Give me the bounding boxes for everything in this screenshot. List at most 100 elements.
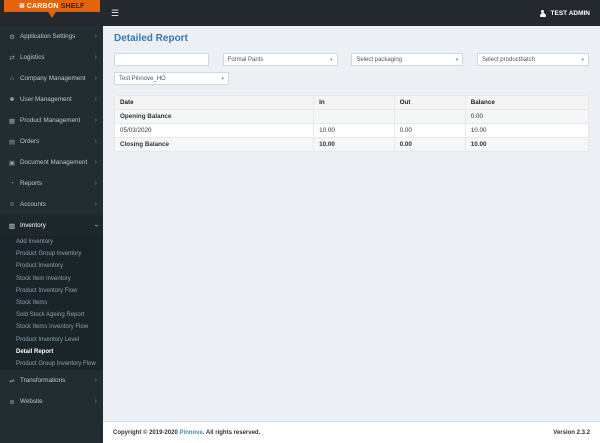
sidebar-item-label: Logistics — [20, 54, 45, 61]
submenu-item-product-inventory-level[interactable]: Product Inventory Level — [0, 334, 103, 346]
product-filter-select[interactable]: Formal Pants ▾ — [222, 53, 338, 66]
copyright-prefix: Copyright © 2019-2020 — [113, 429, 180, 436]
productbatch-filter-select[interactable]: Select productbatch ▾ — [476, 53, 589, 66]
cell-date: 05/03/2020 — [113, 123, 315, 138]
users-icon: ☻ — [8, 96, 16, 103]
cell-out: 0.00 — [393, 137, 466, 152]
sidebar-item-application-settings[interactable]: ⚙ Application Settings › — [0, 26, 103, 47]
user-icon — [539, 9, 547, 17]
col-header-in: In — [313, 95, 395, 110]
submenu-item-product-group-inventory[interactable]: Product Group Inventory — [0, 248, 103, 260]
cell-balance: 10.00 — [464, 123, 590, 138]
packaging-filter-value: Select packaging — [356, 56, 403, 63]
version-text: Version 2.3.2 — [553, 430, 590, 436]
chevron-down-icon: › — [92, 224, 100, 227]
page-footer: Copyright © 2019-2020 Pinnove. All right… — [103, 421, 600, 443]
caret-down-icon: ▾ — [581, 56, 584, 63]
cell-date: Closing Balance — [113, 137, 315, 152]
date-filter-input[interactable] — [114, 53, 209, 66]
chevron-right-icon: › — [94, 159, 97, 166]
sidebar-item-product-management[interactable]: ▦ Product Management › — [0, 110, 103, 131]
chevron-right-icon: › — [94, 377, 97, 385]
report-table: Date In Out Balance Opening Balance 0.00… — [113, 95, 590, 152]
chevron-right-icon: › — [94, 180, 97, 187]
sidebar-item-transformations[interactable]: ⇌ Transformations › — [0, 370, 103, 391]
sidebar-item-orders[interactable]: ▤ Orders › — [0, 131, 103, 152]
submenu-item-stock-items-inventory-flow[interactable]: Stock Items Inventory Flow — [0, 321, 103, 333]
chevron-right-icon: › — [94, 398, 97, 406]
chevron-right-icon: › — [94, 138, 97, 145]
chevron-right-icon: › — [94, 201, 97, 208]
copyright-suffix: . All rights reserved. — [202, 429, 261, 436]
cell-balance: 10.00 — [464, 137, 590, 152]
submenu-item-stock-item-inventory[interactable]: Stock Item Inventory — [0, 273, 103, 285]
sidebar-item-inventory[interactable]: ▥ Inventory › — [0, 215, 103, 236]
sidebar-item-label: User Management — [20, 96, 72, 103]
cell-in: 10.00 — [313, 123, 395, 138]
filter-row-2: Test Pinnove_HO ▾ — [114, 72, 589, 85]
caret-down-icon: ▾ — [455, 56, 459, 63]
chevron-right-icon: › — [94, 75, 97, 82]
sidebar-item-label: Transformations — [20, 377, 66, 385]
sidebar-item-label: Document Management — [20, 159, 88, 166]
pie-chart-icon: ◔ — [10, 180, 14, 187]
sidebar-item-reports[interactable]: ◔ Reports › — [0, 173, 103, 194]
copyright-text: Copyright © 2019-2020 Pinnove. All right… — [113, 430, 260, 436]
col-header-balance: Balance — [464, 95, 590, 110]
exchange-icon: ⇌ — [9, 377, 15, 385]
product-filter-value: Formal Pants — [227, 56, 264, 63]
report-table-wrap: Date In Out Balance Opening Balance 0.00… — [113, 95, 590, 152]
sidebar-item-user-management[interactable]: ☻ User Management › — [0, 89, 103, 110]
boxes-icon: ▥ — [8, 222, 16, 230]
sidebar-item-label: Orders — [20, 138, 40, 145]
caret-down-icon: ▾ — [221, 75, 224, 82]
branch-filter-value: Test Pinnove_HO — [119, 75, 166, 82]
cell-balance: 0.00 — [464, 109, 590, 124]
sidebar-item-document-management[interactable]: ▣ Document Management › — [0, 152, 103, 173]
chevron-right-icon: › — [94, 117, 97, 124]
brand-name-shelf: SHELF — [60, 2, 85, 10]
sidebar-item-company-management[interactable]: ⌂ Company Management › — [0, 68, 103, 89]
inventory-submenu: Add Inventory Product Group Inventory Pr… — [0, 236, 103, 371]
packaging-filter-select[interactable]: Select packaging ▾ — [351, 53, 464, 66]
submenu-item-detail-report[interactable]: Detail Report — [0, 346, 103, 358]
cell-in — [313, 109, 395, 124]
table-row: 05/03/2020 10.00 0.00 10.00 — [113, 123, 590, 138]
sidebar-nav: ⚙ Application Settings › ⇄ Logistics › ⌂… — [0, 26, 103, 443]
submenu-item-stock-items[interactable]: Stock Items — [0, 297, 103, 309]
cell-out: 0.00 — [393, 123, 466, 138]
chevron-right-icon: › — [94, 96, 97, 103]
table-header-row: Date In Out Balance — [113, 95, 590, 110]
hamburger-menu-icon[interactable]: ☰ — [111, 8, 119, 18]
sidebar-item-label: Application Settings — [20, 33, 76, 40]
branch-filter-select[interactable]: Test Pinnove_HO ▾ — [114, 72, 229, 85]
caret-down-icon: ▾ — [330, 56, 333, 63]
sidebar-item-label: Website — [20, 398, 43, 406]
version-label: Version — [553, 429, 575, 436]
sidebar-item-website[interactable]: ⊕ Website › — [0, 391, 103, 412]
submenu-item-add-inventory[interactable]: Add Inventory — [0, 236, 103, 248]
submenu-item-sold-stock-ageing-report[interactable]: Sold Stock Ageing Report — [0, 309, 103, 321]
sidebar-item-label: Inventory — [20, 222, 46, 229]
sidebar-item-logistics[interactable]: ⇄ Logistics › — [0, 47, 103, 68]
submenu-item-product-group-inventory-flow[interactable]: Product Group Inventory Flow — [0, 358, 103, 370]
col-header-date: Date — [113, 95, 315, 110]
gear-icon: ⚙ — [9, 33, 15, 41]
main-content: Detailed Report Formal Pants ▾ Select pa… — [103, 26, 600, 421]
chevron-right-icon: › — [94, 33, 97, 40]
sidebar-item-label: Reports — [20, 180, 43, 187]
file-icon: ▣ — [8, 159, 16, 167]
user-label: TEST ADMIN — [550, 9, 590, 17]
globe-icon: ⊕ — [9, 398, 15, 406]
building-icon: ⌂ — [10, 75, 14, 82]
sidebar-item-accounts[interactable]: ¤ Accounts › — [0, 194, 103, 215]
cell-in: 10.00 — [313, 137, 395, 152]
cube-icon: ▦ — [8, 117, 16, 125]
user-menu-button[interactable]: TEST ADMIN — [539, 9, 590, 17]
filter-row-1: Formal Pants ▾ Select packaging ▾ Select… — [114, 53, 589, 66]
submenu-item-product-inventory-flow[interactable]: Product Inventory Flow — [0, 285, 103, 297]
pinnove-link[interactable]: Pinnove — [179, 430, 202, 436]
brand-name-carbon: CARBON — [26, 2, 59, 10]
truck-icon: ⇄ — [9, 54, 15, 62]
submenu-item-product-inventory[interactable]: Product Inventory — [0, 260, 103, 272]
